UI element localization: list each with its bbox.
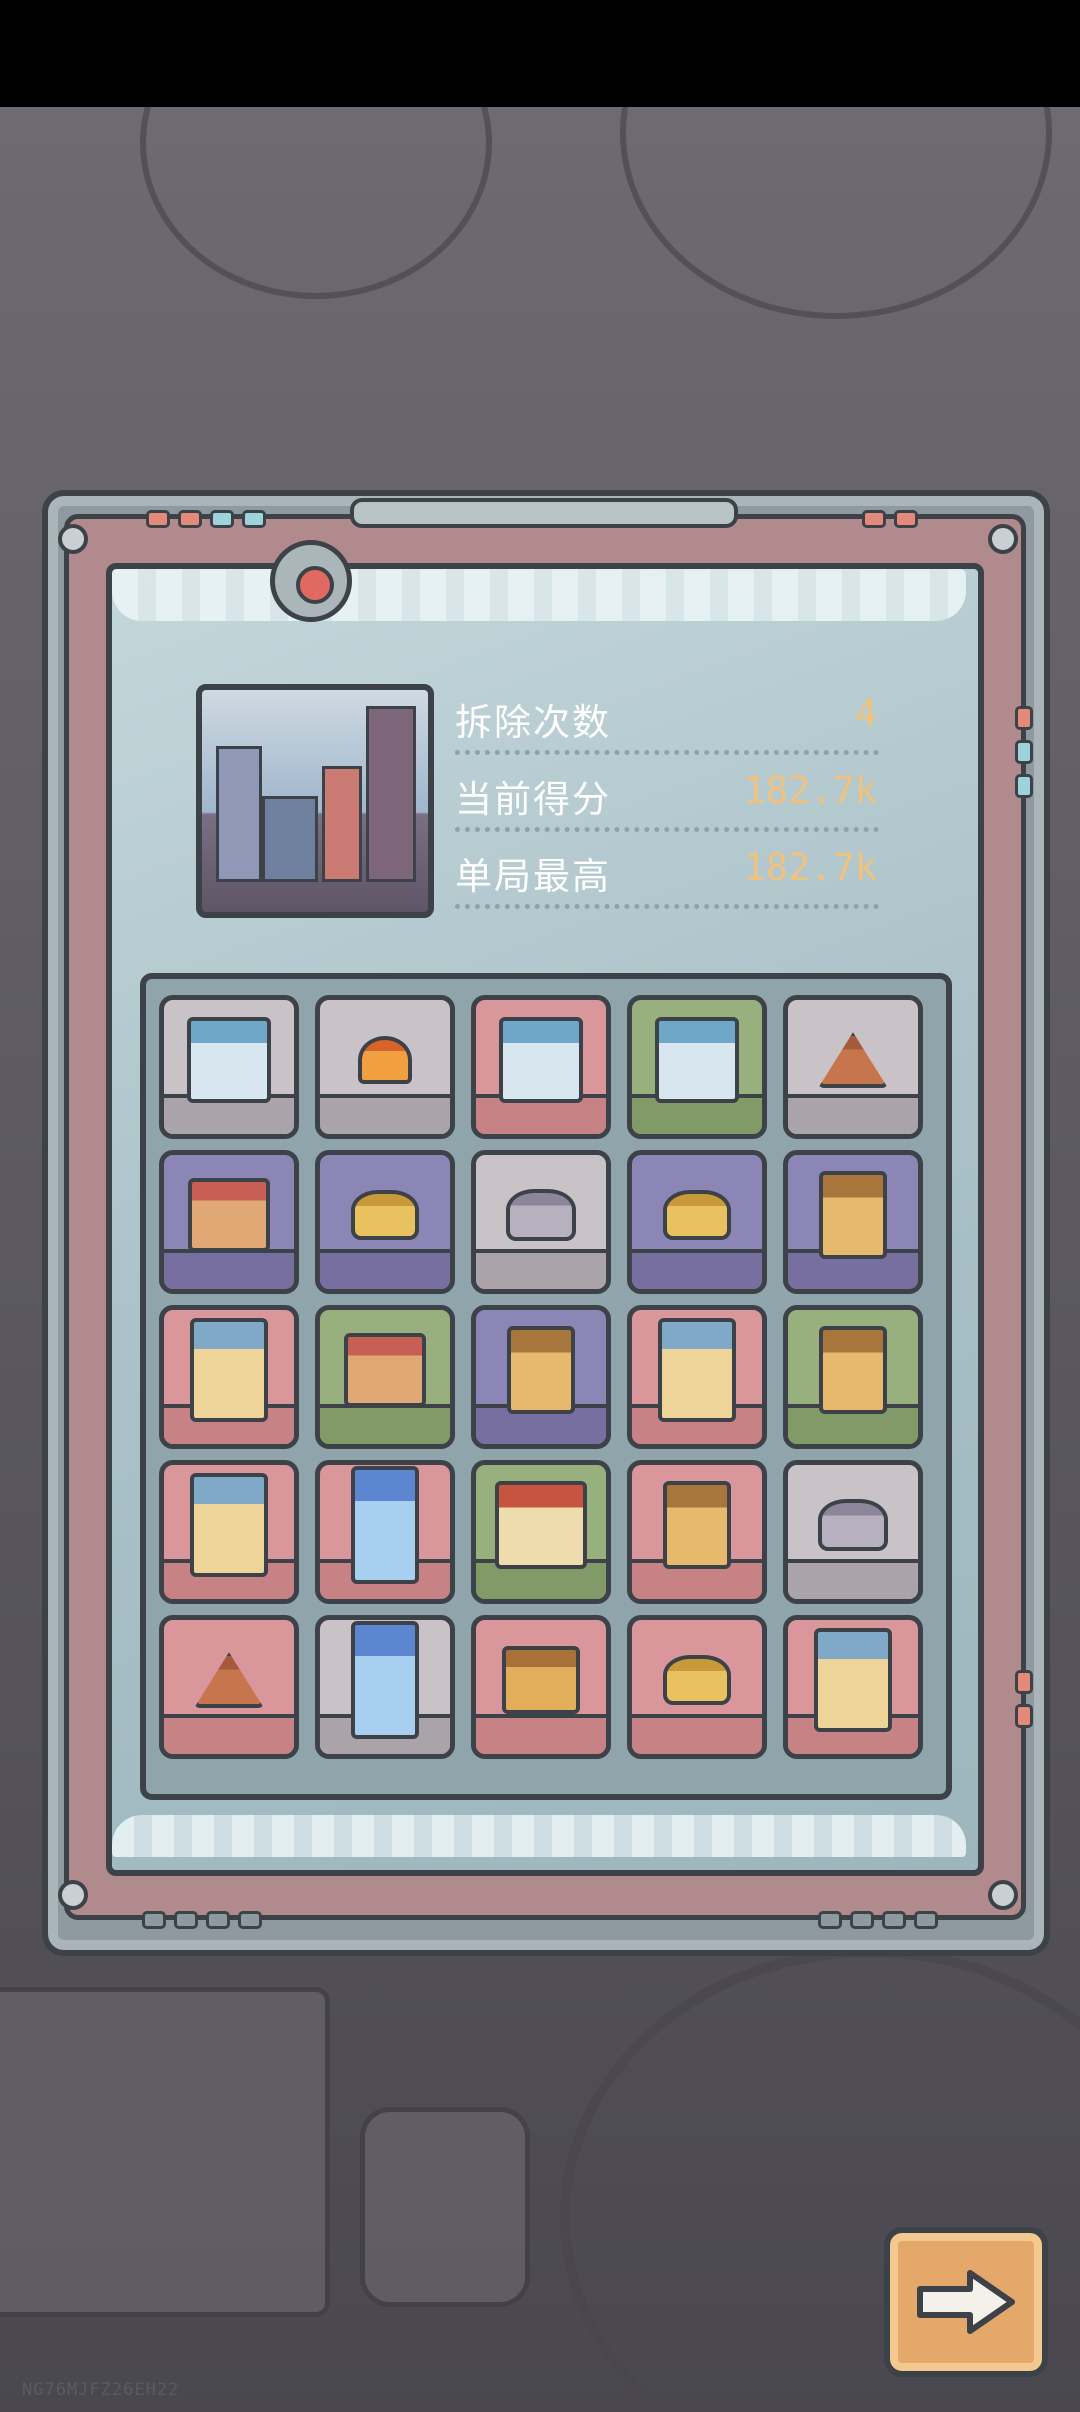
background-bucket (360, 2107, 530, 2307)
stat-best-score: 单局最高 182.7k (455, 838, 879, 909)
building-board (140, 973, 952, 1800)
palace-icon (495, 1481, 587, 1570)
ice-palace-icon (499, 1017, 583, 1104)
board-tile[interactable] (627, 1305, 767, 1449)
board-tile[interactable] (315, 1615, 455, 1759)
rock-icon (506, 1189, 576, 1242)
crystal-tower-icon (351, 1621, 419, 1740)
frost-top (112, 569, 966, 621)
skyscraper-icon (190, 1473, 268, 1578)
frost-bottom (112, 1815, 966, 1857)
indicator-lights-side-right (1015, 706, 1033, 798)
thumbnail-building (216, 746, 262, 882)
crystal-tower-icon (351, 1466, 419, 1585)
device-watermark: NG76MJFZ26EH22 (22, 2380, 180, 2400)
board-tile[interactable] (783, 1460, 923, 1604)
tile-ground (476, 1714, 606, 1754)
wooden-house-icon (344, 1333, 426, 1408)
watchtower-icon (819, 1171, 887, 1260)
arrow-right-icon (917, 2270, 1015, 2334)
background-cable (620, 107, 1052, 319)
board-tile[interactable] (159, 995, 299, 1139)
board-tile[interactable] (471, 1305, 611, 1449)
rock-icon (818, 1499, 888, 1552)
board-tile[interactable] (315, 1150, 455, 1294)
campfire-icon (358, 1036, 412, 1085)
stat-demolish-count: 拆除次数 4 (455, 684, 879, 755)
board-tile[interactable] (627, 1615, 767, 1759)
rivet (988, 524, 1018, 554)
board-tile[interactable] (783, 995, 923, 1139)
indicator-lights-right (862, 510, 918, 528)
board-tile[interactable] (315, 1460, 455, 1604)
wooden-house-icon (188, 1178, 270, 1253)
tent-icon (818, 1032, 888, 1089)
stat-label: 拆除次数 (455, 701, 611, 744)
board-tile[interactable] (159, 1615, 299, 1759)
rivet (988, 1880, 1018, 1910)
stat-label: 当前得分 (455, 778, 611, 821)
ice-palace-icon (655, 1017, 739, 1104)
background-machine (0, 1987, 330, 2317)
watchtower-icon (819, 1326, 887, 1415)
tile-ground (788, 1559, 918, 1599)
board-tile[interactable] (159, 1460, 299, 1604)
board-tile[interactable] (315, 995, 455, 1139)
skyscraper-icon (814, 1628, 892, 1733)
thumbnail-building (262, 796, 318, 882)
tile-ground (164, 1249, 294, 1289)
thumbnail-crane (366, 706, 416, 882)
board-tile[interactable] (159, 1305, 299, 1449)
indicator-lights-left (146, 510, 266, 528)
stat-current-score: 当前得分 182.7k (455, 761, 879, 832)
hut-icon (502, 1646, 580, 1715)
skyscraper-icon (190, 1318, 268, 1423)
tile-ground (788, 1094, 918, 1134)
haystack-icon (663, 1190, 731, 1241)
next-button[interactable] (884, 2227, 1048, 2377)
board-tile[interactable] (471, 1615, 611, 1759)
rivet (58, 524, 88, 554)
tile-ground (320, 1404, 450, 1444)
board-tile[interactable] (471, 1150, 611, 1294)
tile-ground (164, 1714, 294, 1754)
board-tile[interactable] (627, 1150, 767, 1294)
tile-ground (320, 1094, 450, 1134)
board-tile[interactable] (783, 1615, 923, 1759)
stat-value: 4 (854, 692, 877, 735)
board-tile[interactable] (783, 1150, 923, 1294)
ice-palace-icon (187, 1017, 271, 1104)
indicator-lights-bottom-left (142, 1911, 262, 1929)
haystack-icon (351, 1190, 419, 1241)
top-rail (350, 498, 738, 528)
tile-ground (632, 1249, 762, 1289)
city-thumbnail (196, 684, 434, 918)
stat-value: 182.7k (743, 846, 877, 889)
tile-ground (320, 1249, 450, 1289)
watchtower-icon (663, 1481, 731, 1570)
status-bar (0, 0, 1080, 107)
thumbnail-building (322, 766, 362, 882)
stat-value: 182.7k (743, 769, 877, 812)
board-tile[interactable] (471, 1460, 611, 1604)
watchtower-icon (507, 1326, 575, 1415)
haystack-icon (663, 1655, 731, 1706)
board-tile[interactable] (159, 1150, 299, 1294)
alarm-lamp-icon (270, 540, 352, 622)
rivet (58, 1880, 88, 1910)
board-tile[interactable] (627, 995, 767, 1139)
tile-ground (476, 1249, 606, 1289)
tile-ground (632, 1714, 762, 1754)
board-tile[interactable] (471, 995, 611, 1139)
board-tile[interactable] (627, 1460, 767, 1604)
board-tile[interactable] (783, 1305, 923, 1449)
board-tile[interactable] (315, 1305, 455, 1449)
indicator-lights-bottom-right (818, 1911, 938, 1929)
stat-label: 单局最高 (455, 855, 611, 898)
skyscraper-icon (658, 1318, 736, 1423)
tent-icon (194, 1652, 264, 1709)
indicator-lights-side-right-lower (1015, 1670, 1033, 1728)
background-cable (140, 107, 492, 299)
